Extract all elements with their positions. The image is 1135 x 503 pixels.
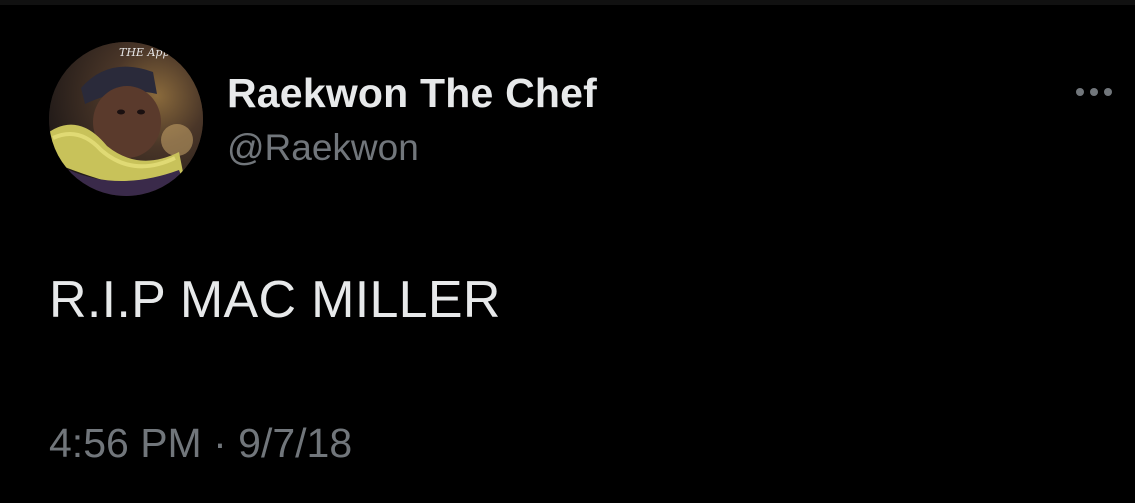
tweet-date: 9/7/18 <box>238 420 353 466</box>
user-handle[interactable]: @Raekwon <box>227 127 419 169</box>
tweet-timestamp[interactable]: 4:56 PM · 9/7/18 <box>49 420 352 467</box>
avatar-logo: THE Appe <box>119 46 176 59</box>
top-divider <box>0 0 1135 5</box>
tweet-view: THE Appe Raekwon The Chef @Raekwon R.I.P… <box>0 0 1135 503</box>
more-options-button[interactable] <box>1070 78 1120 106</box>
tweet-text: R.I.P MAC MILLER <box>49 271 501 329</box>
tweet-time: 4:56 PM <box>49 420 202 466</box>
avatar[interactable]: THE Appe <box>49 42 203 196</box>
display-name[interactable]: Raekwon The Chef <box>227 70 597 117</box>
more-horizontal-icon <box>1076 88 1112 96</box>
timestamp-separator: · <box>213 420 227 466</box>
avatar-image: THE Appe <box>49 42 203 196</box>
